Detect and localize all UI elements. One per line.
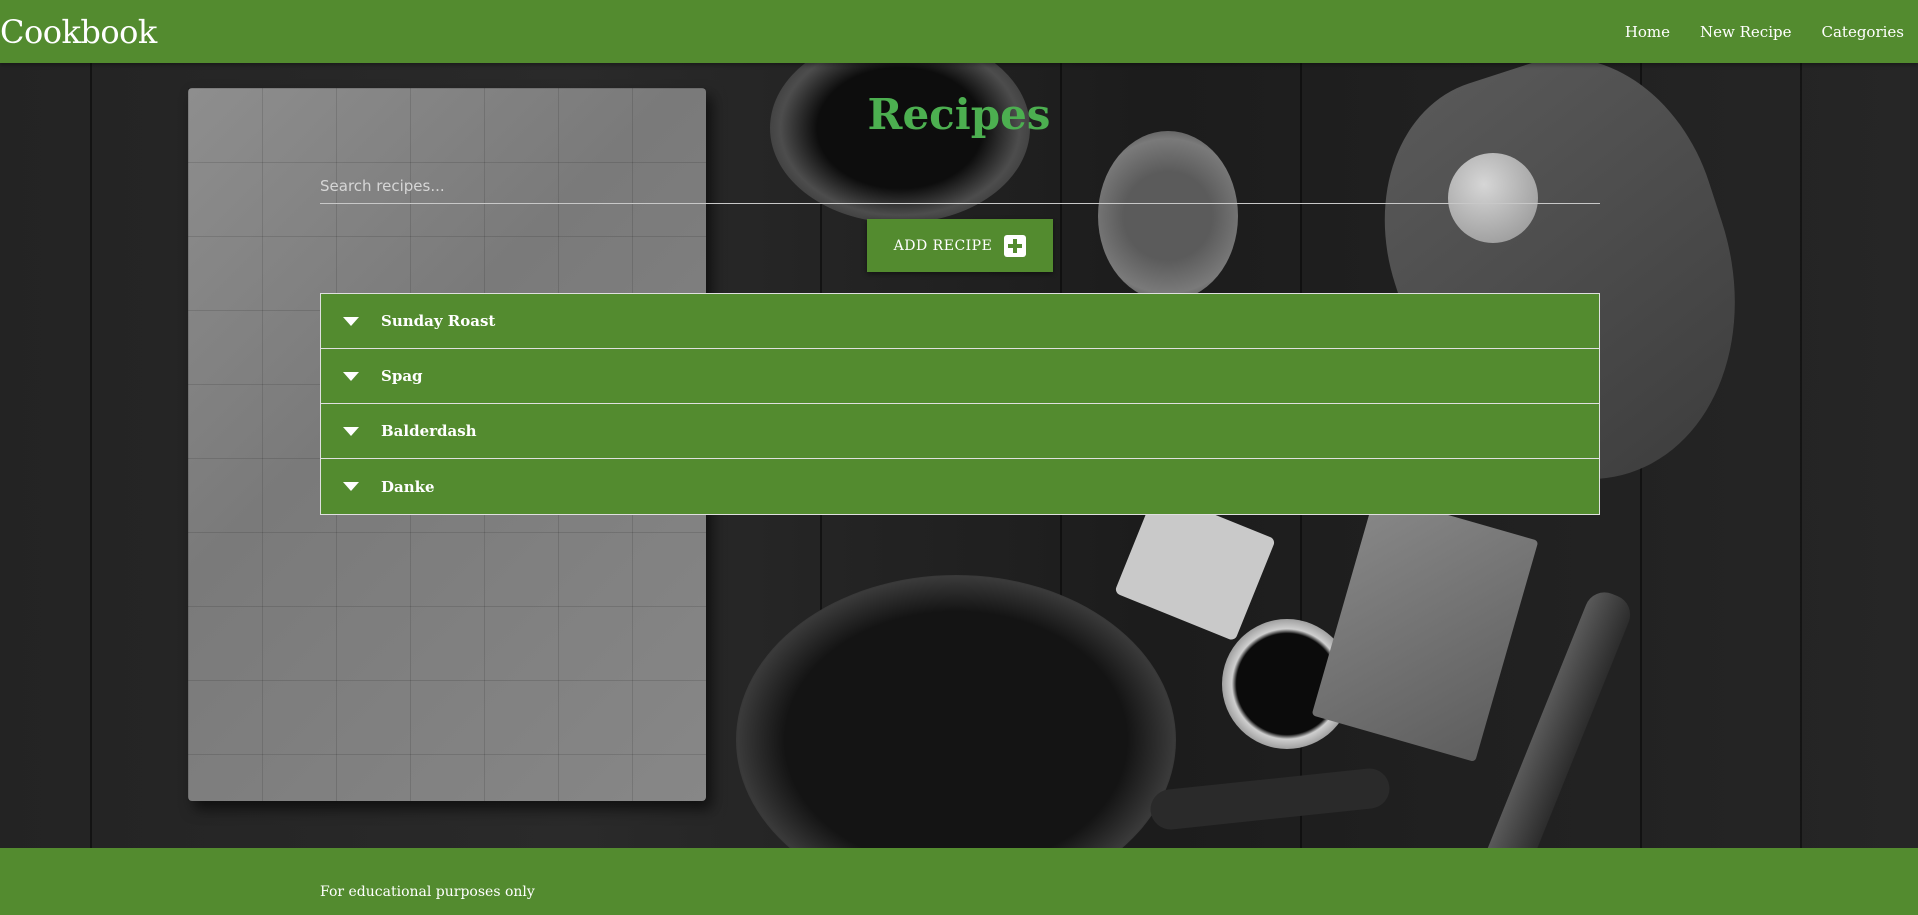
skillet-handle-image	[1148, 766, 1392, 832]
recipe-name: Spag	[381, 367, 423, 385]
wood-plank-line	[1800, 63, 1802, 848]
brand-logo[interactable]: Cookbook	[0, 13, 157, 51]
search-input[interactable]	[320, 168, 1600, 204]
nav-link-new-recipe[interactable]: New Recipe	[1700, 23, 1791, 41]
nav-links: Home New Recipe Categories	[1625, 23, 1904, 41]
add-recipe-button[interactable]: ADD RECIPE	[867, 219, 1053, 272]
cleaver-image	[1311, 494, 1539, 762]
recipe-item-danke[interactable]: Danke	[321, 459, 1599, 514]
navbar: Cookbook Home New Recipe Categories	[0, 0, 1918, 63]
page-title: Recipes	[867, 90, 1051, 139]
caret-down-icon	[343, 482, 359, 491]
footer: For educational purposes only	[0, 848, 1918, 915]
recipe-item-balderdash[interactable]: Balderdash	[321, 404, 1599, 459]
add-recipe-label: ADD RECIPE	[893, 237, 993, 254]
recipe-name: Balderdash	[381, 422, 477, 440]
recipe-item-sunday-roast[interactable]: Sunday Roast	[321, 294, 1599, 349]
caret-down-icon	[343, 426, 359, 436]
footer-text: For educational purposes only	[320, 884, 535, 900]
peppercorn-jar-image	[1098, 131, 1238, 301]
wood-plank-line	[90, 63, 92, 848]
nav-link-categories[interactable]: Categories	[1822, 23, 1905, 41]
plus-square-icon	[1004, 234, 1027, 257]
caret-down-icon	[343, 371, 359, 381]
caret-down-icon	[343, 316, 359, 326]
recipe-item-spag[interactable]: Spag	[321, 349, 1599, 404]
recipe-name: Danke	[381, 477, 435, 496]
nav-link-home[interactable]: Home	[1625, 23, 1670, 41]
recipe-list: Sunday Roast Spag Balderdash Danke	[320, 293, 1600, 515]
skillet-image	[736, 575, 1176, 848]
recipe-name: Sunday Roast	[381, 312, 496, 330]
